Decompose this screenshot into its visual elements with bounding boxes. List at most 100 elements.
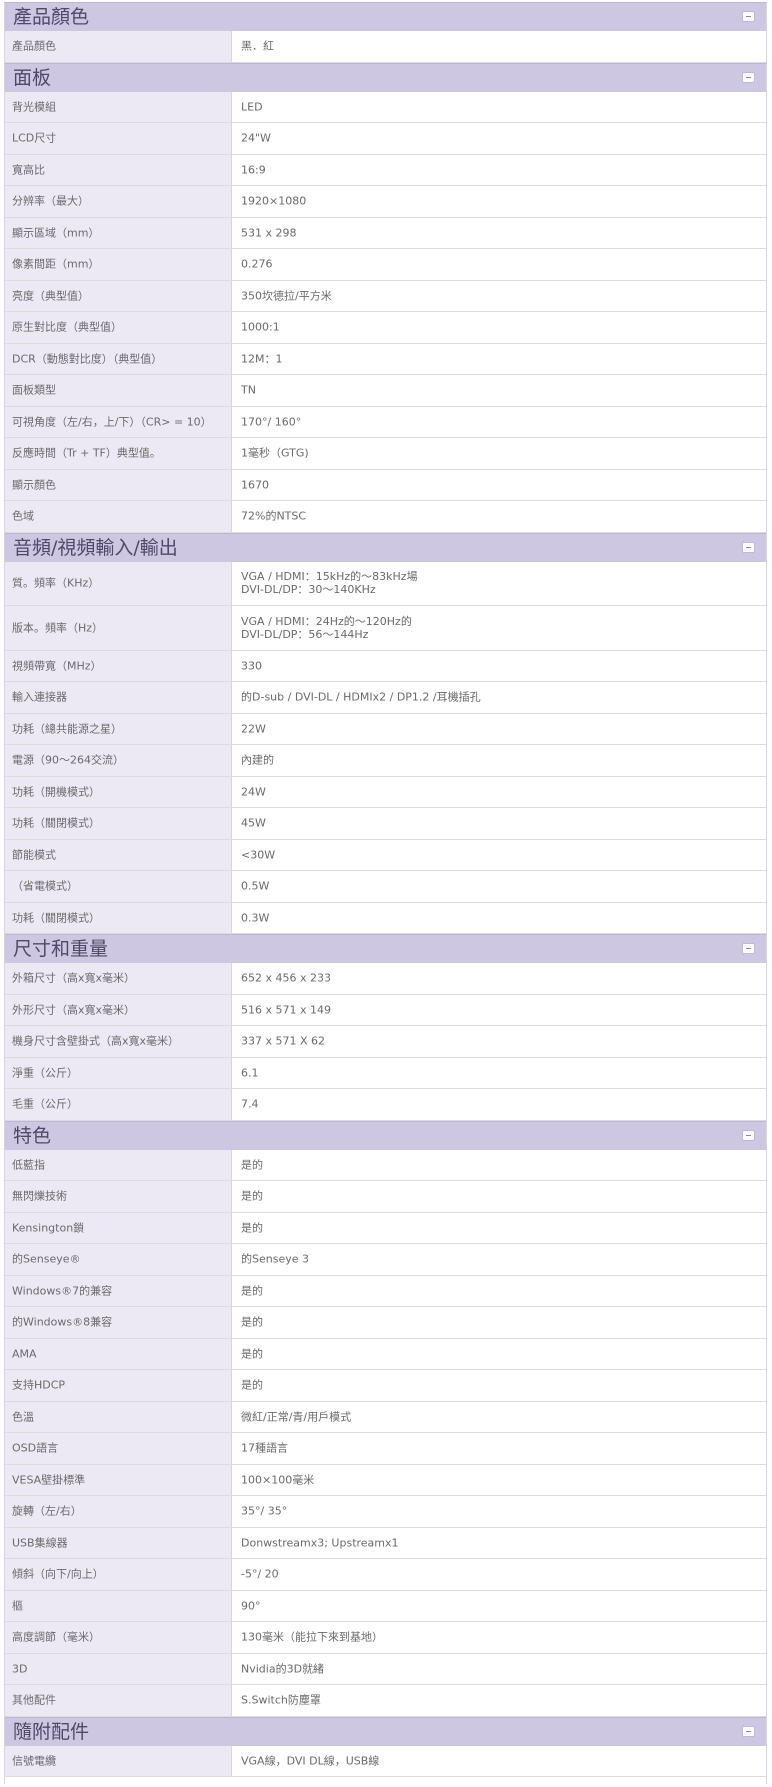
spec-label-cell: 旋轉（左/右） [4, 1496, 232, 1527]
spec-label: Kensington鎖 [12, 1221, 85, 1235]
spec-label: 的Windows®8兼容 [12, 1315, 113, 1329]
spec-value-cell: 是的 [232, 1181, 767, 1212]
spec-value: 0.276 [241, 257, 273, 271]
spec-row: 3D Nvidia的3D就緒 [4, 1653, 767, 1685]
spec-value-cell: 黑．紅 [232, 31, 767, 62]
spec-row: 反應時間（Tr + TF）典型值。 1毫秒（GTG) [4, 438, 767, 470]
spec-value-cell: 內建的 [232, 745, 767, 776]
spec-value-cell: 是的 [232, 1307, 767, 1338]
spec-label-cell: Kensington鎖 [4, 1212, 232, 1243]
spec-label: 像素間距（mm） [12, 257, 100, 271]
spec-value: 是的 [241, 1315, 263, 1329]
spec-value-cell: S.Switch防塵罩 [232, 1685, 767, 1716]
spec-label: Windows®7的兼容 [12, 1284, 113, 1298]
section-header[interactable]: 音頻/視頻輸入/輸出 [4, 532, 767, 562]
spec-value: 72%的NTSC [241, 509, 307, 523]
spec-label-cell: 視頻帶寬（MHz） [4, 650, 232, 681]
spec-value-cell: 0.276 [232, 249, 767, 280]
spec-label: 功耗（關閉模式） [12, 816, 100, 830]
spec-label: 質。頻率（KHz） [12, 576, 100, 590]
spec-label-cell: 淨重（公斤） [4, 1057, 232, 1088]
spec-label-cell: 信號電纜 [4, 1745, 232, 1776]
spec-label: 3D [12, 1662, 28, 1676]
spec-row: 質。頻率（KHz） VGA / HDMI：15kHz的～83kHz場 DVI-DL… [4, 561, 767, 606]
spec-value-cell: Nvidia的3D就緒 [232, 1654, 767, 1685]
spec-value: 1毫秒（GTG) [241, 446, 309, 460]
section-title: 尺寸和重量 [13, 938, 109, 960]
spec-value: 652 x 456 x 233 [241, 971, 331, 985]
collapse-minus-icon[interactable] [742, 71, 755, 83]
collapse-minus-icon[interactable] [742, 943, 755, 954]
spec-label-cell: Windows®7的兼容 [4, 1275, 232, 1306]
spec-value: LED [241, 100, 263, 114]
spec-label: 電源（90～264交流） [12, 753, 124, 767]
spec-label-cell: （省電模式） [4, 871, 232, 902]
spec-value: 130毫米（能拉下來到基地） [241, 1630, 383, 1644]
spec-label-cell: 像素間距（mm） [4, 249, 232, 280]
spec-label-cell: 功耗（關閉模式） [4, 902, 232, 933]
spec-value-cell: 170°/ 160° [232, 407, 767, 438]
spec-label-cell: 反應時間（Tr + TF）典型值。 [4, 438, 232, 469]
spec-label-cell: 節能模式 [4, 839, 232, 870]
spec-value: 1000:1 [241, 320, 280, 334]
spec-row: 機身尺寸含壁掛式（高x寬x毫米） 337 x 571 X 62 [4, 1026, 767, 1058]
spec-row: 其他配件 S.Switch防塵罩 [4, 1685, 767, 1717]
spec-label: 反應時間（Tr + TF）典型值。 [12, 446, 161, 460]
spec-value: 516 x 571 x 149 [241, 1003, 331, 1017]
spec-value: 531 x 298 [241, 226, 297, 240]
spec-label: 顯示顏色 [12, 478, 56, 492]
spec-value-cell: 6.1 [232, 1058, 767, 1089]
spec-label: 外箱尺寸（高x寬x毫米） [12, 971, 136, 985]
spec-value-cell: 330 [232, 651, 767, 682]
spec-row: 的Senseye® 的Senseye 3 [4, 1244, 767, 1276]
spec-value-cell: 是的 [232, 1370, 767, 1401]
spec-label-cell: 的Windows®8兼容 [4, 1307, 232, 1338]
collapse-minus-icon[interactable] [742, 11, 755, 22]
spec-label: 原生對比度（典型值） [12, 320, 122, 334]
spec-label: 可視角度（左/右，上/下）（CR> = 10） [12, 415, 212, 429]
section-header[interactable]: 面板 [4, 62, 767, 92]
section-title: 隨附配件 [13, 1720, 90, 1743]
spec-value-cell: 516 x 571 x 149 [232, 995, 767, 1026]
spec-label: 的Senseye® [12, 1252, 81, 1266]
section-header[interactable]: 產品顏色 [4, 2, 767, 31]
collapse-minus-icon[interactable] [742, 1129, 755, 1141]
spec-value: 100×100毫米 [241, 1473, 315, 1487]
collapse-minus-icon[interactable] [742, 541, 755, 553]
spec-value-cell: 是的 [232, 1276, 767, 1307]
collapse-minus-icon[interactable] [742, 1725, 755, 1737]
spec-value: 內建的 [241, 753, 274, 767]
spec-value: 黑．紅 [241, 39, 274, 53]
spec-value-cell: VGA / HDMI：24Hz的～120Hz的 DVI-DL/DP：56～144… [232, 606, 767, 650]
spec-value-cell: 17種語言 [232, 1433, 767, 1464]
spec-row: 視頻帶寬（MHz） 330 [4, 650, 767, 682]
spec-row: 像素間距（mm） 0.276 [4, 249, 767, 281]
spec-label: 功耗（總共能源之星） [12, 722, 122, 736]
spec-value: 17種語言 [241, 1441, 288, 1455]
spec-value: Donwstreamx3; Upstreamx1 [241, 1536, 399, 1550]
spec-label-cell: 寬高比 [4, 154, 232, 185]
spec-value-cell: 是的 [232, 1213, 767, 1244]
spec-value-cell: -5°/ 20 [232, 1559, 767, 1590]
spec-label-cell: 功耗（開機模式） [4, 776, 232, 807]
spec-label: 視頻帶寬（MHz） [12, 659, 102, 673]
spec-row: （省電模式） 0.5W [4, 871, 767, 903]
spec-label: DCR（動態對比度）（典型值） [12, 352, 163, 366]
section-header[interactable]: 隨附配件 [4, 1716, 767, 1746]
spec-row: 輸入連接器 的D-sub / DVI-DL / HDMIx2 / DP1.2 /耳… [4, 682, 767, 714]
section-header[interactable]: 尺寸和重量 [4, 934, 767, 963]
spec-value-cell: 531 x 298 [232, 218, 767, 249]
spec-label: 節能模式 [12, 848, 56, 862]
spec-value: 350坎德拉/平方米 [241, 289, 332, 303]
spec-value: 是的 [241, 1221, 263, 1235]
spec-table: 產品顏色 產品顏色 黑．紅 面板 背光模組 LED LCD尺寸 24"W 寬高比 16:9 分辨率（… [0, 0, 772, 1787]
spec-value-cell: 是的 [232, 1150, 767, 1181]
spec-row: 毛重（公斤） 7.4 [4, 1089, 767, 1121]
spec-label: 寬高比 [12, 163, 45, 177]
section-title: 面板 [13, 66, 52, 89]
spec-row: 外形尺寸（高x寬x毫米） 516 x 571 x 149 [4, 994, 767, 1026]
section-title: 特色 [13, 1124, 52, 1147]
spec-label-cell: 無閃爍技術 [4, 1181, 232, 1212]
spec-row: 無閃爍技術 是的 [4, 1181, 767, 1213]
section-header[interactable]: 特色 [4, 1120, 767, 1150]
